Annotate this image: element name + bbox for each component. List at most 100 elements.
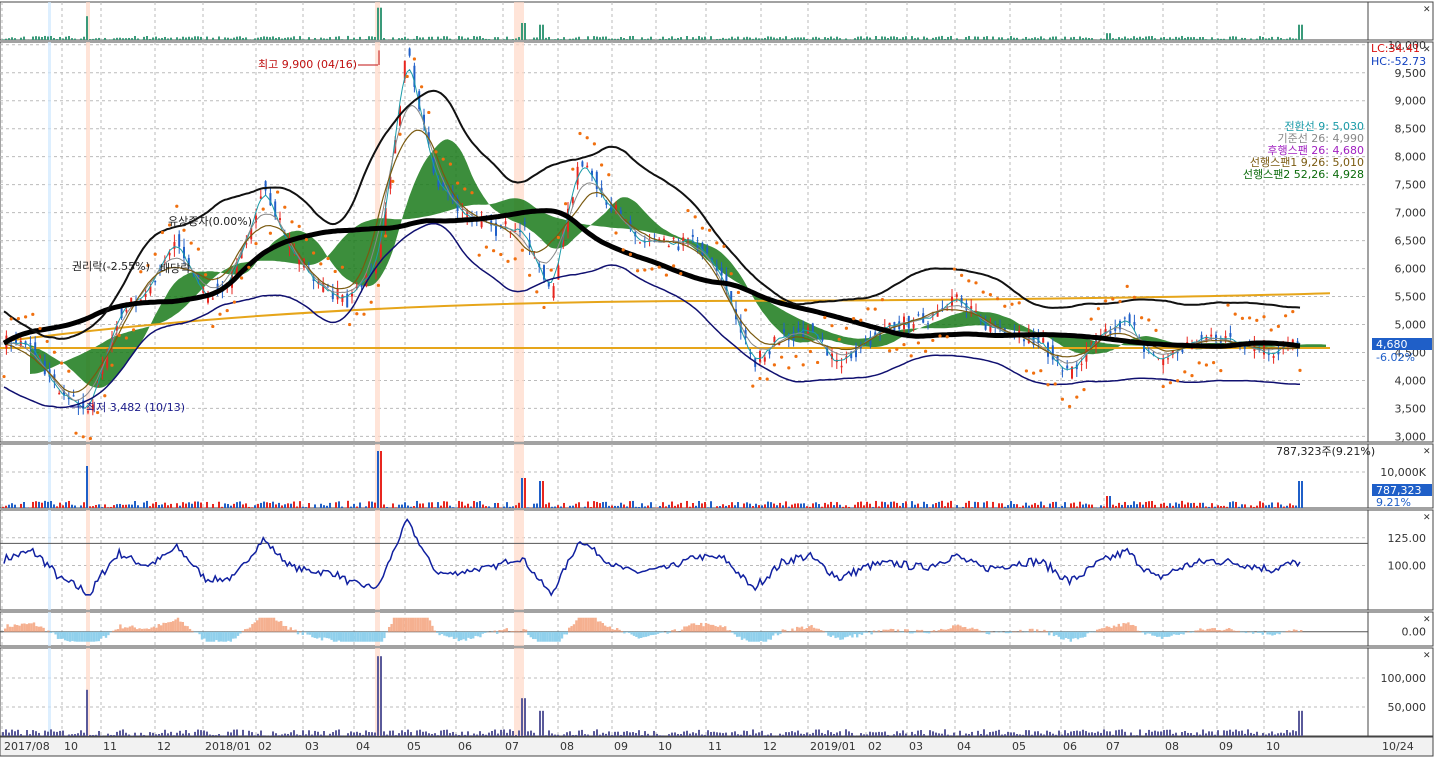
osc2-bar xyxy=(227,631,230,641)
panel-close-icon[interactable]: ✕ xyxy=(1423,615,1431,625)
volume-bar xyxy=(800,503,802,508)
osc3-bar xyxy=(167,733,169,736)
mini-volume-bar xyxy=(155,36,157,40)
osc2-bar xyxy=(1105,626,1108,632)
mini-volume-bar xyxy=(1040,36,1042,40)
osc2-bar xyxy=(752,631,756,642)
mini-volume-bar xyxy=(1229,36,1231,40)
volume-bar xyxy=(1139,502,1141,508)
osc3-bar xyxy=(578,730,580,736)
volume-bar xyxy=(1028,505,1030,508)
osc2-bar xyxy=(460,631,463,641)
volume-bar xyxy=(1136,504,1138,508)
osc3-bar xyxy=(1235,729,1237,736)
mini-volume-bar xyxy=(1280,38,1282,40)
osc2-bar xyxy=(719,625,722,632)
price-tick-label: 7,500 xyxy=(1395,179,1427,192)
volume-bar xyxy=(815,502,817,508)
volume-bar xyxy=(836,502,838,508)
osc2-bar xyxy=(896,629,900,632)
panel-close-icon[interactable]: ✕ xyxy=(1423,447,1431,457)
mini-volume-bar xyxy=(698,36,700,40)
mini-volume-bar xyxy=(1070,37,1072,40)
osc2-bar xyxy=(4,628,7,632)
volume-bar xyxy=(1235,501,1237,508)
osc3-bar xyxy=(158,733,160,736)
mini-volume-bar xyxy=(680,37,682,40)
parabolic-dot xyxy=(52,350,57,354)
osc2-bar xyxy=(913,631,916,633)
mini-volume-bar xyxy=(542,24,544,40)
candle-body xyxy=(1066,365,1069,369)
mini-volume-bar xyxy=(89,39,91,40)
x-tick-label: 07 xyxy=(505,740,519,753)
parabolic-dot xyxy=(1125,284,1129,288)
osc1-tick-label: 125.00 xyxy=(1388,532,1427,545)
volume-bar xyxy=(812,503,814,508)
candle-body xyxy=(341,295,344,302)
volume-bar xyxy=(803,503,805,508)
osc2-bar xyxy=(882,629,885,632)
mini-volume-bar xyxy=(377,7,379,40)
lc-label: LC:34.41 xyxy=(1371,42,1420,55)
volume-bar xyxy=(842,506,844,508)
osc3-bar xyxy=(332,732,334,736)
volume-bar xyxy=(368,501,370,508)
candle-body xyxy=(1167,358,1169,360)
mini-volume-bar xyxy=(158,38,160,40)
mini-volume-bar xyxy=(1010,36,1012,40)
osc2-bar xyxy=(265,617,268,632)
osc3-bar xyxy=(707,730,709,736)
mini-volume-bar xyxy=(248,39,250,40)
volume-bar xyxy=(1181,500,1183,508)
volume-bar xyxy=(986,501,988,508)
volume-bar xyxy=(236,502,238,508)
osc2-bar xyxy=(889,628,892,632)
osc3-bar xyxy=(290,732,292,736)
osc2-bar xyxy=(66,631,69,642)
panel-close-icon[interactable]: ✕ xyxy=(1423,513,1431,523)
volume-bar xyxy=(806,506,808,508)
osc2-bar xyxy=(443,631,446,636)
osc2-bar xyxy=(798,627,801,632)
osc3-bar xyxy=(932,731,934,736)
parabolic-dot xyxy=(924,349,928,353)
osc3-bar xyxy=(1115,730,1117,736)
mini-volume-bar xyxy=(179,38,181,40)
volume-bar xyxy=(248,506,250,508)
volume-bar xyxy=(1208,506,1210,508)
osc3-bar xyxy=(953,732,955,736)
parabolic-dot xyxy=(124,336,128,340)
volume-bar xyxy=(617,505,619,508)
mini-volume-bar xyxy=(47,36,49,40)
volume-bar xyxy=(680,502,682,508)
panel-close-icon[interactable]: ✕ xyxy=(1423,5,1431,15)
osc3-bar xyxy=(536,735,538,736)
osc3-bar xyxy=(29,734,31,736)
osc2-bar xyxy=(260,617,264,632)
volume-pct: 9.21% xyxy=(1376,496,1411,509)
parabolic-dot xyxy=(182,228,186,232)
mini-volume-bar xyxy=(1241,37,1243,40)
osc2-bar xyxy=(503,629,506,632)
volume-bar xyxy=(434,507,436,508)
osc3-bar xyxy=(38,732,40,736)
osc2-bar xyxy=(174,619,177,632)
panel-close-icon[interactable]: ✕ xyxy=(1423,651,1431,661)
parabolic-dot xyxy=(132,328,136,332)
mini-volume-bar xyxy=(305,39,307,40)
mini-volume-bar xyxy=(842,39,844,40)
osc3-bar xyxy=(278,735,280,736)
parabolic-dot xyxy=(232,300,236,304)
mini-volume-bar xyxy=(983,36,985,40)
volume-bar xyxy=(1268,504,1270,508)
volume-bar xyxy=(893,501,895,508)
osc2-bar xyxy=(589,617,592,632)
volume-bar xyxy=(983,502,985,508)
mini-volume-bar xyxy=(737,36,739,40)
osc3-bar xyxy=(1238,731,1240,736)
mini-volume-bar xyxy=(278,37,280,40)
volume-bar xyxy=(1103,506,1105,508)
osc2-bar xyxy=(328,631,331,639)
x-tick-label: 11 xyxy=(708,740,722,753)
